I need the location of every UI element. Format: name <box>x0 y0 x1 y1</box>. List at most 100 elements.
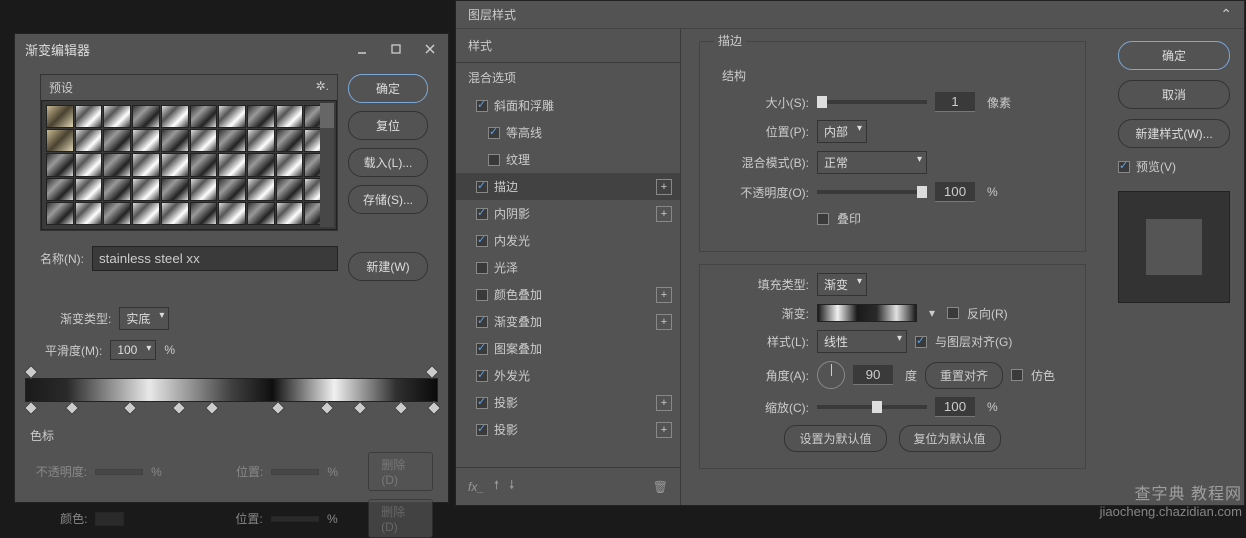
preset-swatch[interactable] <box>247 129 275 152</box>
preset-swatch[interactable] <box>46 105 74 128</box>
preset-swatch[interactable] <box>75 202 103 225</box>
color-stop[interactable] <box>24 401 38 415</box>
name-input[interactable] <box>92 246 338 271</box>
checkbox[interactable] <box>476 208 488 220</box>
collapse-icon[interactable]: ⌃ <box>1220 6 1232 23</box>
reset-default-button[interactable]: 复位为默认值 <box>899 425 1001 452</box>
checkbox[interactable] <box>476 100 488 112</box>
delete-button[interactable]: 删除(D) <box>368 499 433 538</box>
checkbox[interactable] <box>488 154 500 166</box>
plus-icon[interactable]: + <box>656 287 672 303</box>
preset-swatch[interactable] <box>190 105 218 128</box>
preview-checkbox[interactable] <box>1118 161 1130 173</box>
style-item-satin[interactable]: 光泽 <box>456 254 680 281</box>
color-stop[interactable] <box>172 401 186 415</box>
scrollbar-thumb[interactable] <box>320 103 334 128</box>
close-button[interactable] <box>422 41 438 57</box>
preset-swatch[interactable] <box>190 129 218 152</box>
preset-swatch[interactable] <box>103 153 131 176</box>
color-stop[interactable] <box>427 401 441 415</box>
checkbox[interactable] <box>476 289 488 301</box>
dither-checkbox[interactable] <box>1011 369 1023 381</box>
preset-scrollbar[interactable] <box>320 103 334 227</box>
plus-icon[interactable]: + <box>656 179 672 195</box>
preset-swatch[interactable] <box>132 153 160 176</box>
align-checkbox[interactable] <box>915 336 927 348</box>
preset-swatch[interactable] <box>161 178 189 201</box>
blendmode-select[interactable]: 正常 <box>817 151 927 174</box>
preset-swatch[interactable] <box>276 129 304 152</box>
opacity-slider[interactable] <box>817 190 927 194</box>
delete-button[interactable]: 删除(D) <box>368 452 433 491</box>
opacity-input[interactable] <box>935 182 975 202</box>
ok-button[interactable]: 确定 <box>348 74 428 103</box>
set-default-button[interactable]: 设置为默认值 <box>784 425 886 452</box>
blend-header[interactable]: 混合选项 <box>456 63 680 92</box>
reverse-checkbox[interactable] <box>947 307 959 319</box>
preset-swatch[interactable] <box>75 153 103 176</box>
style-item-drop-shadow[interactable]: 投影+ <box>456 389 680 416</box>
arrow-down-icon[interactable]: 🠗 <box>509 476 514 497</box>
plus-icon[interactable]: + <box>656 395 672 411</box>
style-item-contour[interactable]: 等高线 <box>456 119 680 146</box>
style-item-bevel[interactable]: 斜面和浮雕 <box>456 92 680 119</box>
preset-swatch[interactable] <box>190 153 218 176</box>
reset-align-button[interactable]: 重置对齐 <box>925 362 1003 389</box>
preset-swatch[interactable] <box>132 202 160 225</box>
gradient-bar[interactable] <box>25 378 438 402</box>
gear-icon[interactable]: ✲. <box>316 79 329 96</box>
preset-swatch[interactable] <box>103 105 131 128</box>
preset-swatch[interactable] <box>132 178 160 201</box>
maximize-button[interactable] <box>388 41 404 57</box>
preset-swatch[interactable] <box>247 153 275 176</box>
preset-swatch[interactable] <box>218 105 246 128</box>
plus-icon[interactable]: + <box>656 206 672 222</box>
checkbox[interactable] <box>476 316 488 328</box>
style-select[interactable]: 线性 <box>817 330 907 353</box>
preset-swatch[interactable] <box>103 129 131 152</box>
preset-swatch[interactable] <box>247 178 275 201</box>
scale-slider[interactable] <box>817 405 927 409</box>
checkbox[interactable] <box>476 343 488 355</box>
preset-swatch[interactable] <box>218 129 246 152</box>
gradient-preview[interactable] <box>817 304 917 322</box>
preset-swatch[interactable] <box>75 129 103 152</box>
position-select[interactable]: 内部 <box>817 120 867 143</box>
opacity-stop[interactable] <box>425 365 439 379</box>
filltype-select[interactable]: 渐变 <box>817 273 867 296</box>
trash-icon[interactable]: 🗑 <box>653 480 668 494</box>
minimize-button[interactable] <box>354 41 370 57</box>
type-select[interactable]: 实底 <box>119 307 169 330</box>
preset-swatch[interactable] <box>247 105 275 128</box>
preset-swatch[interactable] <box>161 202 189 225</box>
angle-dial[interactable] <box>817 361 845 389</box>
cancel-button[interactable]: 取消 <box>1118 80 1230 109</box>
preset-swatch[interactable] <box>103 178 131 201</box>
angle-input[interactable] <box>853 365 893 385</box>
checkbox[interactable] <box>476 424 488 436</box>
preset-swatch[interactable] <box>132 129 160 152</box>
preset-swatch[interactable] <box>218 202 246 225</box>
color-stop[interactable] <box>320 401 334 415</box>
preset-swatch[interactable] <box>276 178 304 201</box>
preset-swatch[interactable] <box>161 153 189 176</box>
save-button[interactable]: 存储(S)... <box>348 185 428 214</box>
preset-grid[interactable] <box>41 100 337 230</box>
style-item-inner-shadow[interactable]: 内阴影+ <box>456 200 680 227</box>
checkbox[interactable] <box>476 181 488 193</box>
preset-swatch[interactable] <box>276 105 304 128</box>
size-input[interactable] <box>935 92 975 112</box>
color-stop[interactable] <box>353 401 367 415</box>
chevron-down-icon[interactable]: ▾ <box>925 306 939 320</box>
style-item-outer-glow[interactable]: 外发光 <box>456 362 680 389</box>
plus-icon[interactable]: + <box>656 314 672 330</box>
smooth-select[interactable]: 100 <box>110 340 156 360</box>
preset-swatch[interactable] <box>46 178 74 201</box>
arrow-up-icon[interactable]: 🠕 <box>494 476 499 497</box>
color-stop[interactable] <box>205 401 219 415</box>
style-item-color-overlay[interactable]: 颜色叠加+ <box>456 281 680 308</box>
color-stop[interactable] <box>65 401 79 415</box>
new-style-button[interactable]: 新建样式(W)... <box>1118 119 1230 148</box>
style-item-gradient-overlay[interactable]: 渐变叠加+ <box>456 308 680 335</box>
style-item-texture[interactable]: 纹理 <box>456 146 680 173</box>
